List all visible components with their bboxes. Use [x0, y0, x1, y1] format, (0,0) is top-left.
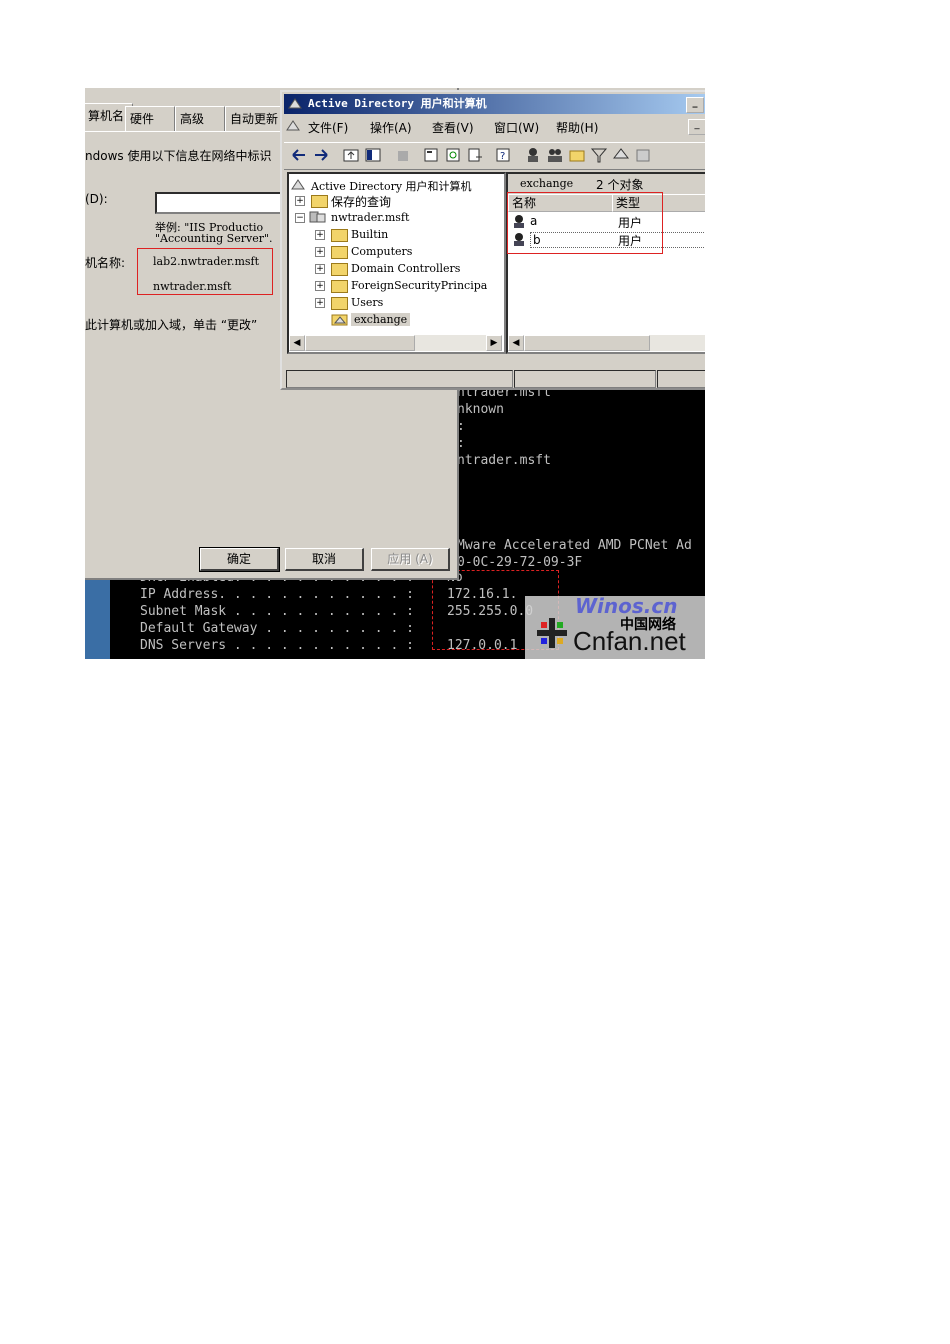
menu-action[interactable]: 操作(A)	[370, 119, 412, 136]
new-user-icon[interactable]	[524, 146, 542, 164]
expand-icon[interactable]: +	[315, 247, 325, 257]
refresh-icon[interactable]	[444, 146, 462, 164]
window-title: Active Directory 用户和计算机	[308, 97, 487, 110]
scroll-left-icon[interactable]: ◀	[508, 335, 524, 351]
export-list-icon[interactable]	[466, 146, 484, 164]
status-bar	[284, 368, 705, 388]
console-background-strip	[85, 578, 110, 659]
back-arrow-icon[interactable]	[290, 146, 308, 164]
up-level-icon[interactable]	[342, 146, 360, 164]
ad-app-icon	[287, 96, 303, 118]
console-tree: Active Directory 用户和计算机 + 保存的查询 − nwtrad…	[287, 172, 506, 354]
console-mac-line: 0-0C-29-72-09-3F	[457, 555, 583, 570]
menu-window[interactable]: 窗口(W)	[494, 119, 539, 136]
tree-item-saved-queries[interactable]: 保存的查询	[331, 193, 391, 210]
title-bar[interactable]: Active Directory 用户和计算机 _	[284, 94, 705, 114]
status-panel	[286, 370, 513, 388]
menu-file[interactable]: 文件(F)	[308, 119, 348, 136]
expand-icon[interactable]: +	[315, 230, 325, 240]
status-panel	[657, 370, 705, 388]
folder-icon	[331, 246, 348, 259]
status-panel	[514, 370, 656, 388]
svg-text:?: ?	[500, 151, 505, 162]
filter-icon[interactable]	[590, 146, 608, 164]
ad-root-icon	[291, 179, 305, 190]
forward-arrow-icon[interactable]	[312, 146, 330, 164]
menu-view[interactable]: 查看(V)	[432, 119, 474, 136]
expand-icon[interactable]: +	[315, 281, 325, 291]
scroll-left-icon[interactable]: ◀	[289, 335, 305, 351]
tree-item-computers[interactable]: Computers	[351, 245, 412, 258]
tree-item-exchange[interactable]: exchange	[351, 313, 411, 326]
cnfan-logo-icon	[537, 618, 567, 648]
ad-users-computers-window: Active Directory 用户和计算机 _ 文件(F) 操作(A) 查看…	[280, 90, 705, 390]
object-count: 2 个对象	[596, 178, 644, 192]
menu-help[interactable]: 帮助(H)	[556, 119, 598, 136]
ipconfig-label: Default Gateway . . . . . . . . . :	[140, 621, 414, 636]
list-horizontal-scrollbar[interactable]: ◀	[508, 334, 705, 351]
tree-item-foreign-security[interactable]: ForeignSecurityPrincipa	[351, 279, 487, 292]
console-line: ntrader.msft	[457, 453, 551, 468]
users-highlight-box	[507, 192, 663, 254]
new-group-icon[interactable]	[546, 146, 564, 164]
watermark-site-text: Cnfan.net	[573, 626, 686, 656]
child-minimize-icon[interactable]: _	[688, 119, 705, 135]
tree-item-builtin[interactable]: Builtin	[351, 228, 388, 241]
name-highlight-box	[137, 248, 273, 295]
show-hide-tree-icon[interactable]	[364, 146, 382, 164]
folder-icon	[331, 263, 348, 276]
ok-button[interactable]: 确定	[199, 547, 280, 572]
folder-icon	[311, 195, 328, 208]
expand-icon[interactable]: +	[295, 196, 305, 206]
delete-icon[interactable]	[394, 146, 412, 164]
folder-icon	[331, 297, 348, 310]
tab-advanced[interactable]: 高级	[175, 106, 225, 131]
cancel-button[interactable]: 取消	[285, 548, 364, 571]
tree-item-domain[interactable]: nwtrader.msft	[331, 211, 409, 224]
menu-bar: 文件(F) 操作(A) 查看(V) 窗口(W) 帮助(H) _	[284, 116, 705, 138]
tree-item-domain-controllers[interactable]: Domain Controllers	[351, 262, 460, 275]
help-icon[interactable]: ?	[494, 146, 512, 164]
description-label: (D):	[85, 192, 108, 206]
minimize-icon[interactable]: _	[686, 97, 704, 113]
apply-button[interactable]: 应用 (A)	[371, 548, 450, 571]
ipconfig-label: DNS Servers . . . . . . . . . . . :	[140, 638, 414, 653]
ipconfig-label: Subnet Mask . . . . . . . . . . . :	[140, 604, 414, 619]
properties-icon[interactable]	[422, 146, 440, 164]
add-to-group-icon[interactable]	[634, 146, 652, 164]
expand-icon[interactable]: +	[315, 298, 325, 308]
console-line: nknown	[457, 402, 504, 417]
scroll-thumb[interactable]	[305, 335, 415, 351]
screenshot-composite: ntrader.msft nknown : : ntrader.msft Mwa…	[85, 88, 705, 659]
scroll-thumb[interactable]	[524, 335, 650, 351]
scroll-right-icon[interactable]: ▶	[486, 335, 502, 351]
folder-icon	[331, 229, 348, 242]
ou-icon	[331, 314, 348, 326]
tab-hardware[interactable]: 硬件	[125, 106, 175, 131]
change-hint: 此计算机或加入域，单击 “更改”	[85, 318, 258, 332]
ipconfig-label: IP Address. . . . . . . . . . . . :	[140, 587, 414, 602]
tree-horizontal-scrollbar[interactable]: ◀ ▶	[289, 334, 502, 351]
details-pane: exchange 2 个对象 名称 类型 a 用户 b 用户 ◀	[506, 172, 705, 354]
find-icon[interactable]	[612, 146, 630, 164]
console-adapter-line: Mware Accelerated AMD PCNet Ad	[457, 538, 692, 553]
tree-item-users[interactable]: Users	[351, 296, 383, 309]
description-intro: ndows 使用以下信息在网络中标识	[85, 149, 272, 163]
folder-icon	[331, 280, 348, 293]
mmc-icon[interactable]	[286, 119, 302, 136]
site-watermark: Winos.cn 中国网络 Cnfan.net	[525, 594, 705, 659]
toolbar: ?	[284, 142, 705, 170]
new-ou-icon[interactable]	[568, 146, 586, 164]
collapse-icon[interactable]: −	[295, 213, 305, 223]
container-name: exchange	[520, 177, 574, 190]
expand-icon[interactable]: +	[315, 264, 325, 274]
pane-header: exchange 2 个对象	[508, 174, 705, 194]
full-name-label: 机名称:	[85, 256, 126, 270]
tree-item-root[interactable]: Active Directory 用户和计算机	[311, 178, 472, 194]
example-text: "Accounting Server".	[155, 232, 273, 245]
domain-icon	[309, 211, 326, 223]
computer-description-input[interactable]	[155, 192, 284, 214]
